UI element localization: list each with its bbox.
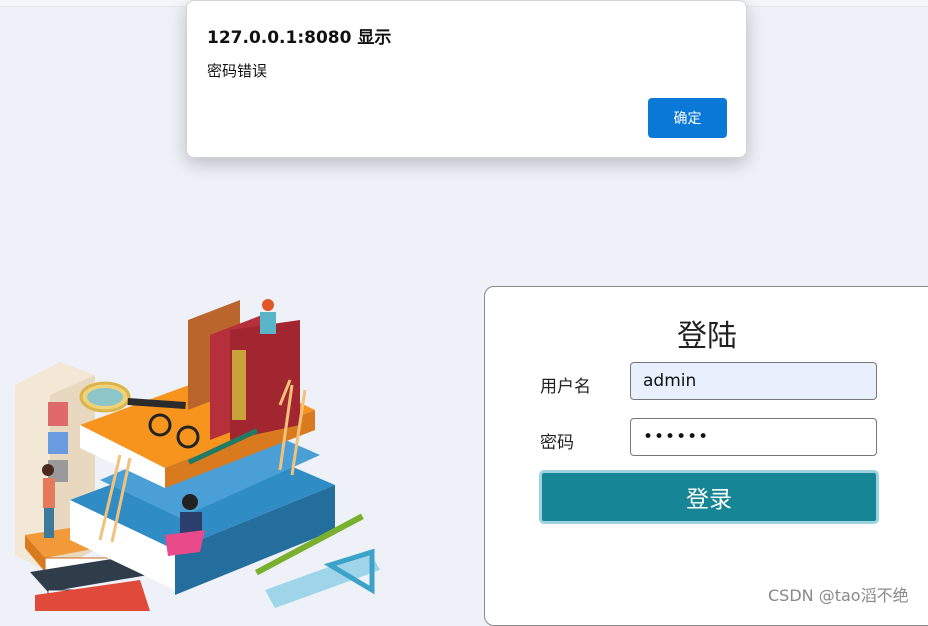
alert-title: 127.0.0.1:8080 显示 (207, 28, 392, 48)
login-panel: 登陆 用户名 admin 密码 •••••• 登录 (484, 286, 928, 626)
alert-dialog: 127.0.0.1:8080 显示 密码错误 确定 (186, 0, 747, 158)
password-input[interactable]: •••••• (630, 418, 877, 456)
books-illustration (15, 299, 380, 611)
alert-message: 密码错误 (207, 62, 268, 80)
login-button[interactable]: 登录 (539, 470, 879, 524)
username-input[interactable]: admin (630, 362, 877, 400)
password-label: 密码 (540, 433, 574, 453)
alert-ok-button[interactable]: 确定 (648, 98, 727, 138)
login-title: 登陆 (677, 319, 737, 354)
watermark-text: CSDN @tao滔不绝 (768, 586, 909, 605)
username-label: 用户名 (540, 377, 591, 397)
